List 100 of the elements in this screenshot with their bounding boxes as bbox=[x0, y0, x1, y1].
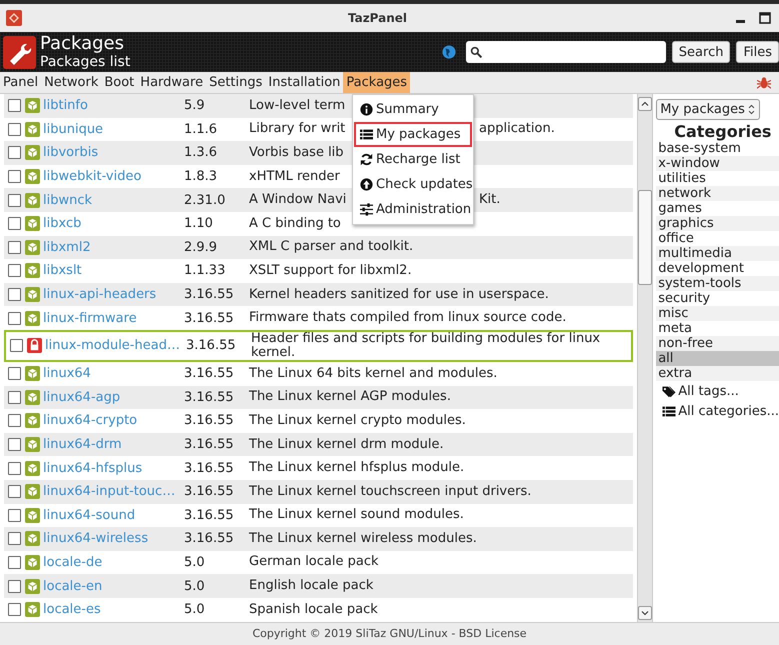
description-text: The Linux kernel sound modules. bbox=[249, 508, 464, 522]
menu-item[interactable]: Packages bbox=[343, 72, 410, 93]
checkbox[interactable] bbox=[8, 122, 21, 136]
header-button[interactable]: Files bbox=[736, 41, 779, 63]
package-icon bbox=[25, 310, 40, 326]
menu-item[interactable]: Settings bbox=[206, 72, 266, 93]
checkbox[interactable] bbox=[8, 367, 21, 380]
category-item[interactable]: misc bbox=[656, 306, 779, 321]
tags-icon bbox=[662, 384, 676, 398]
menu-entry[interactable]: Recharge list bbox=[354, 147, 472, 172]
lock-icon bbox=[27, 338, 42, 354]
menu-entry[interactable]: Check updates bbox=[354, 172, 472, 197]
description-text: The Linux kernel AGP modules. bbox=[249, 390, 451, 404]
description-text: The Linux kernel crypto modules. bbox=[249, 414, 466, 428]
package-icon bbox=[25, 366, 40, 382]
category-item[interactable]: development bbox=[656, 261, 779, 276]
version-text: 5.0 bbox=[184, 602, 206, 618]
package-icon bbox=[25, 508, 40, 523]
description-text: The Linux kernel touchscreen input drivers. bbox=[249, 484, 532, 499]
sidebar-link[interactable]: All categories... bbox=[678, 404, 779, 418]
category-item[interactable]: all bbox=[656, 351, 779, 366]
package-icon bbox=[25, 192, 40, 208]
package-icon bbox=[25, 98, 40, 114]
category-item[interactable]: x-window bbox=[656, 156, 779, 171]
description-text: Header files and scripts for building modules for linux kernel. bbox=[251, 332, 602, 360]
menu-item[interactable]: Panel bbox=[0, 72, 42, 93]
checkbox[interactable] bbox=[8, 556, 21, 569]
package-icon bbox=[25, 413, 40, 428]
checkbox[interactable] bbox=[10, 339, 23, 352]
checkbox[interactable] bbox=[8, 194, 21, 207]
scrollbar[interactable] bbox=[637, 94, 654, 622]
checkbox[interactable] bbox=[8, 170, 21, 184]
checkbox[interactable] bbox=[8, 217, 21, 230]
globe-icon[interactable] bbox=[442, 45, 456, 59]
version-text: 3.16.55 bbox=[184, 366, 235, 382]
menu-item[interactable]: Installation bbox=[265, 72, 344, 93]
scroll-up-icon[interactable] bbox=[638, 97, 652, 111]
category-item[interactable]: office bbox=[656, 231, 779, 246]
scroll-down-icon[interactable] bbox=[638, 606, 652, 620]
checkbox[interactable] bbox=[8, 532, 21, 546]
view-select[interactable]: My packages bbox=[656, 99, 760, 120]
description-text: XSLT support for libxml2. bbox=[249, 264, 412, 278]
checkbox[interactable] bbox=[8, 508, 21, 522]
menu-entry[interactable]: Summary bbox=[354, 97, 472, 122]
category-item[interactable]: graphics bbox=[656, 216, 779, 231]
category-item[interactable]: multimedia bbox=[656, 246, 779, 261]
package-icon bbox=[25, 169, 40, 184]
category-item[interactable]: system-tools bbox=[656, 276, 779, 291]
maximize-icon[interactable] bbox=[757, 10, 773, 26]
info-icon bbox=[360, 103, 373, 116]
category-item[interactable]: base-system bbox=[656, 141, 779, 156]
package-icon bbox=[25, 554, 40, 570]
refresh-icon bbox=[360, 153, 373, 166]
version-text: 3.16.55 bbox=[184, 484, 235, 500]
category-item[interactable]: games bbox=[656, 201, 779, 216]
search-field[interactable] bbox=[466, 41, 666, 63]
select-value: My packages bbox=[660, 102, 745, 117]
category-item[interactable]: utilities bbox=[656, 171, 779, 186]
checkbox[interactable] bbox=[8, 390, 21, 404]
checkbox[interactable] bbox=[8, 438, 21, 452]
package-icon bbox=[25, 216, 40, 232]
category-item[interactable]: non-free bbox=[656, 336, 779, 351]
checkbox[interactable] bbox=[8, 146, 21, 160]
sidebar-link[interactable]: All tags... bbox=[678, 384, 739, 398]
copyright-footer: Copyright © 2019 SliTaz GNU/Linux - BSD License bbox=[0, 622, 779, 645]
package-icon bbox=[25, 145, 40, 160]
category-item[interactable]: meta bbox=[656, 321, 779, 336]
version-text: 1.1.33 bbox=[184, 263, 226, 278]
package-row[interactable]: linux-module-head… 3.16.55 Header files and scripts for building modules for linux kernel. bbox=[4, 330, 634, 362]
description-text: Vorbis base lib bbox=[249, 146, 344, 160]
checkbox[interactable] bbox=[8, 462, 21, 475]
description-text: The Linux kernel drm module. bbox=[249, 438, 444, 452]
version-text: 3.16.55 bbox=[184, 310, 235, 326]
menu-entry[interactable]: Administration bbox=[354, 197, 472, 222]
category-item[interactable]: extra bbox=[656, 366, 779, 381]
checkbox[interactable] bbox=[8, 99, 21, 112]
menu-item[interactable]: Network bbox=[41, 72, 102, 93]
categories-heading: Categories bbox=[674, 122, 772, 141]
checkbox[interactable] bbox=[8, 580, 21, 593]
checkbox[interactable] bbox=[8, 485, 21, 498]
menu-item[interactable]: Hardware bbox=[137, 72, 206, 93]
package-icon bbox=[25, 263, 40, 278]
app-icon bbox=[6, 10, 22, 26]
menu-item[interactable]: Boot bbox=[101, 72, 138, 93]
category-item[interactable]: security bbox=[656, 291, 779, 306]
checkbox[interactable] bbox=[8, 312, 21, 325]
description-text: The Linux kernel wireless modules. bbox=[249, 532, 477, 546]
checkbox[interactable] bbox=[8, 414, 21, 428]
description-text: A C binding to bbox=[249, 216, 341, 231]
version-text: 3.16.55 bbox=[184, 413, 235, 428]
checkbox[interactable] bbox=[8, 264, 21, 278]
checkbox[interactable] bbox=[8, 603, 21, 616]
version-text: 2.9.9 bbox=[184, 240, 218, 255]
version-text: 1.8.3 bbox=[184, 169, 218, 184]
checkbox[interactable] bbox=[8, 240, 21, 254]
checkbox[interactable] bbox=[8, 288, 21, 302]
menu-entry[interactable]: My packages bbox=[354, 122, 472, 147]
category-item[interactable]: network bbox=[656, 186, 779, 201]
scroll-thumb[interactable] bbox=[638, 190, 652, 285]
header-button[interactable]: Search bbox=[672, 41, 730, 63]
